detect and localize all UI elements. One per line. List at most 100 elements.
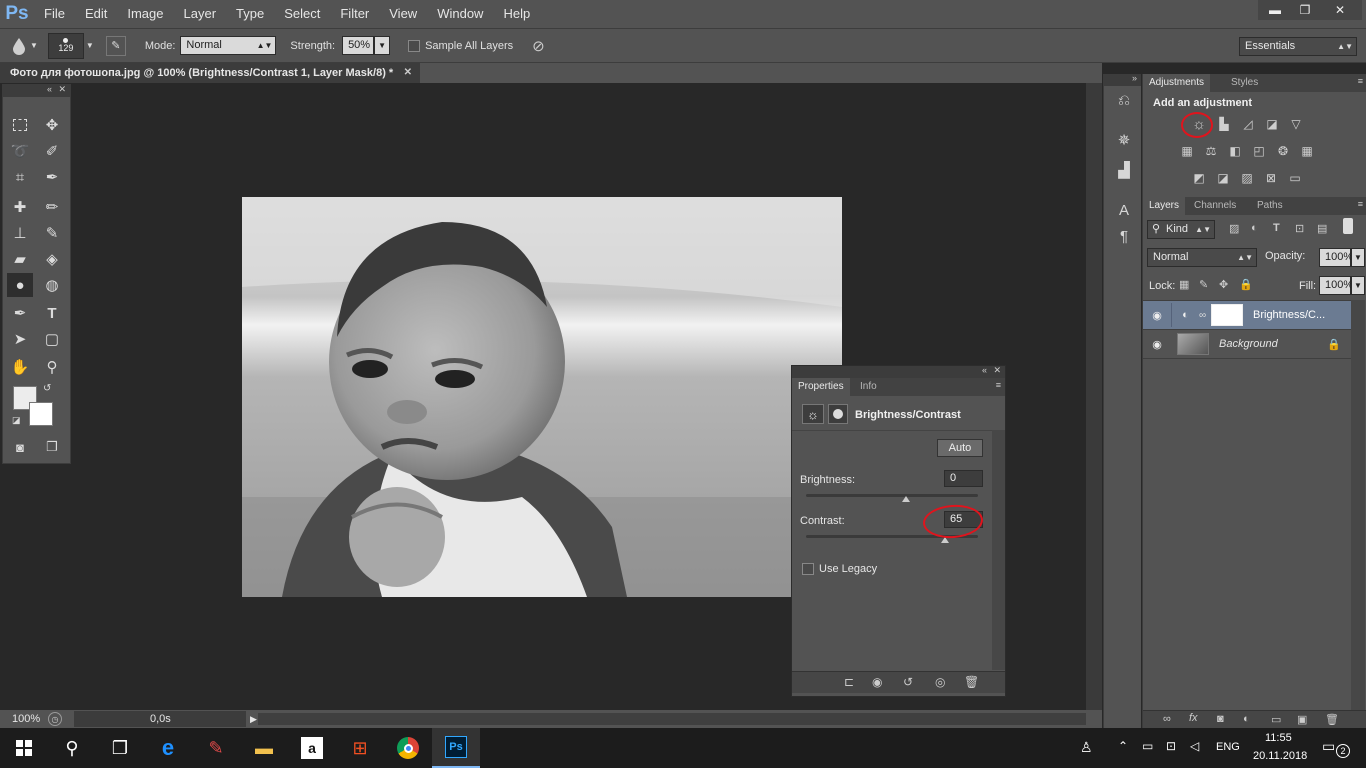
default-colors-icon[interactable]: ◪ [12, 415, 21, 426]
delete-layer-icon[interactable]: 🗑 [1325, 713, 1339, 726]
panel-menu-icon[interactable]: ≡ [1358, 199, 1363, 209]
view-previous-icon[interactable]: ◉ [872, 675, 882, 689]
layer-mask-icon[interactable] [828, 404, 848, 424]
show-hidden-icons[interactable]: ⌃ [1118, 739, 1128, 753]
tab-paths[interactable]: Paths [1251, 197, 1289, 215]
visibility-eye-icon[interactable]: ◉ [1143, 309, 1171, 322]
path-selection-tool-icon[interactable]: ➤ [7, 327, 33, 351]
zoom-tool-icon[interactable]: ⚲ [39, 355, 65, 379]
mask-thumbnail[interactable] [1211, 304, 1243, 326]
chrome-icon[interactable] [384, 728, 432, 768]
properties-header[interactable]: « ✕ [792, 365, 1005, 378]
tab-channels[interactable]: Channels [1188, 197, 1242, 215]
brush-panel-toggle-icon[interactable]: ✎ [105, 35, 126, 56]
language-indicator[interactable]: ENG [1216, 741, 1240, 753]
task-view-icon[interactable]: ❐ [96, 728, 144, 768]
color-balance-icon[interactable]: ⚖ [1202, 143, 1220, 159]
tools-panel-header[interactable]: « ✕ [3, 84, 70, 97]
paint-bucket-tool-icon[interactable]: ◈ [39, 247, 65, 271]
fill-dropdown-icon[interactable]: ▼ [1351, 276, 1365, 295]
people-icon[interactable]: ♙ [1080, 739, 1093, 756]
menu-image[interactable]: Image [117, 0, 173, 28]
crop-tool-icon[interactable]: ⌗ [7, 165, 33, 189]
new-group-icon[interactable]: ▭ [1271, 713, 1281, 726]
vibrance-icon[interactable]: ▽ [1287, 116, 1305, 132]
zoom-level[interactable]: 100% [0, 713, 40, 725]
sponge-tool-icon[interactable]: ◍ [39, 273, 65, 297]
smart-object-filter-icon[interactable]: ▤ [1317, 222, 1327, 235]
paragraph-icon[interactable]: ¶ [1112, 224, 1136, 248]
history-icon[interactable]: ⎌ [1112, 88, 1136, 112]
document-image[interactable] [242, 197, 842, 597]
properties-scrollbar[interactable] [992, 430, 1005, 670]
add-mask-icon[interactable]: ◙ [1217, 713, 1224, 725]
clone-stamp-tool-icon[interactable]: ⊥ [7, 221, 33, 245]
shape-filter-icon[interactable]: ⊡ [1295, 222, 1304, 235]
tab-properties[interactable]: Properties [792, 378, 850, 396]
brush-tool-icon[interactable]: ✏ [39, 195, 65, 219]
menu-select[interactable]: Select [274, 0, 330, 28]
delete-icon[interactable]: 🗑 [964, 675, 979, 689]
levels-icon[interactable]: ▙ [1215, 116, 1233, 132]
restore-button[interactable]: ❐ [1288, 0, 1322, 20]
filter-toggle-icon[interactable] [1343, 218, 1353, 234]
pressure-icon[interactable]: ⊘ [532, 37, 545, 55]
lock-position-icon[interactable]: ✥ [1219, 278, 1228, 291]
layer-row-brightness-contrast[interactable]: ◉ ◐ ∞ Brightness/C... [1143, 301, 1351, 330]
close-panel-icon[interactable]: ✕ [993, 365, 1001, 376]
clock-time[interactable]: 11:55 [1265, 732, 1292, 744]
volume-icon[interactable]: ◁ [1190, 739, 1199, 753]
collapse-icon[interactable]: « [982, 365, 987, 375]
link-layers-icon[interactable]: ∞ [1163, 713, 1171, 725]
black-white-icon[interactable]: ◧ [1226, 143, 1244, 159]
marquee-tool-icon[interactable] [7, 113, 33, 137]
menu-help[interactable]: Help [493, 0, 540, 28]
menu-layer[interactable]: Layer [174, 0, 227, 28]
windows-start-icon[interactable] [0, 728, 48, 768]
screen-mode-icon[interactable]: ❐ [39, 435, 65, 459]
blur-tool-icon[interactable]: ● [7, 273, 33, 297]
rectangle-tool-icon[interactable]: ▢ [39, 327, 65, 351]
hand-tool-icon[interactable]: ✋ [7, 355, 33, 379]
navigator-icon[interactable]: ✵ [1112, 128, 1136, 152]
type-filter-icon[interactable]: T [1273, 222, 1280, 234]
paint-app-icon[interactable]: ✎ [192, 728, 240, 768]
strength-input[interactable]: 50% [342, 36, 375, 55]
eyedropper-tool-icon[interactable]: ✒ [39, 165, 65, 189]
close-panel-icon[interactable]: ✕ [58, 84, 66, 95]
lock-pixels-icon[interactable]: ✎ [1199, 278, 1208, 291]
status-info-icon[interactable]: ◷ [48, 712, 62, 726]
tab-adjustments[interactable]: Adjustments [1143, 74, 1211, 92]
document-tab[interactable]: Фото для фотошопа.jpg @ 100% (Brightness… [0, 63, 420, 83]
menu-filter[interactable]: Filter [330, 0, 379, 28]
workspace-select[interactable]: Essentials ▲▼ [1239, 37, 1357, 56]
quick-mask-icon[interactable]: ◙ [7, 435, 33, 459]
menu-edit[interactable]: Edit [75, 0, 117, 28]
tab-info[interactable]: Info [854, 378, 883, 396]
preset-dropdown-icon[interactable]: ▼ [30, 41, 38, 50]
photoshop-taskbar-icon[interactable]: Ps [432, 728, 480, 768]
histogram-icon[interactable]: ▟ [1112, 158, 1136, 182]
pixel-filter-icon[interactable]: ▨ [1229, 222, 1239, 235]
menu-view[interactable]: View [379, 0, 427, 28]
posterize-icon[interactable]: ◪ [1214, 170, 1232, 186]
visibility-eye-icon[interactable]: ◉ [1143, 338, 1171, 351]
opacity-input[interactable]: 100% [1319, 248, 1353, 267]
healing-brush-tool-icon[interactable]: ✚ [7, 195, 33, 219]
opacity-dropdown-icon[interactable]: ▼ [1351, 248, 1365, 267]
close-document-icon[interactable]: ✕ [404, 63, 412, 83]
action-center-icon[interactable]: ▭ 2 [1322, 738, 1350, 758]
brightness-input[interactable]: 0 [944, 470, 983, 487]
file-explorer-icon[interactable]: ▬ [240, 728, 288, 768]
color-lookup-icon[interactable]: ▦ [1298, 143, 1316, 159]
gradient-map-icon[interactable]: ▭ [1286, 170, 1304, 186]
visibility-icon[interactable]: ◎ [935, 675, 945, 689]
amazon-icon[interactable]: a [288, 728, 336, 768]
horizontal-scrollbar[interactable] [258, 713, 1086, 725]
character-icon[interactable]: A [1112, 198, 1136, 222]
type-tool-icon[interactable]: T [39, 301, 65, 325]
hue-saturation-icon[interactable]: ▦ [1178, 143, 1196, 159]
brightness-slider-thumb[interactable] [901, 496, 910, 502]
status-menu-arrow-icon[interactable]: ▶ [250, 714, 257, 725]
lock-all-icon[interactable]: 🔒 [1239, 278, 1253, 291]
